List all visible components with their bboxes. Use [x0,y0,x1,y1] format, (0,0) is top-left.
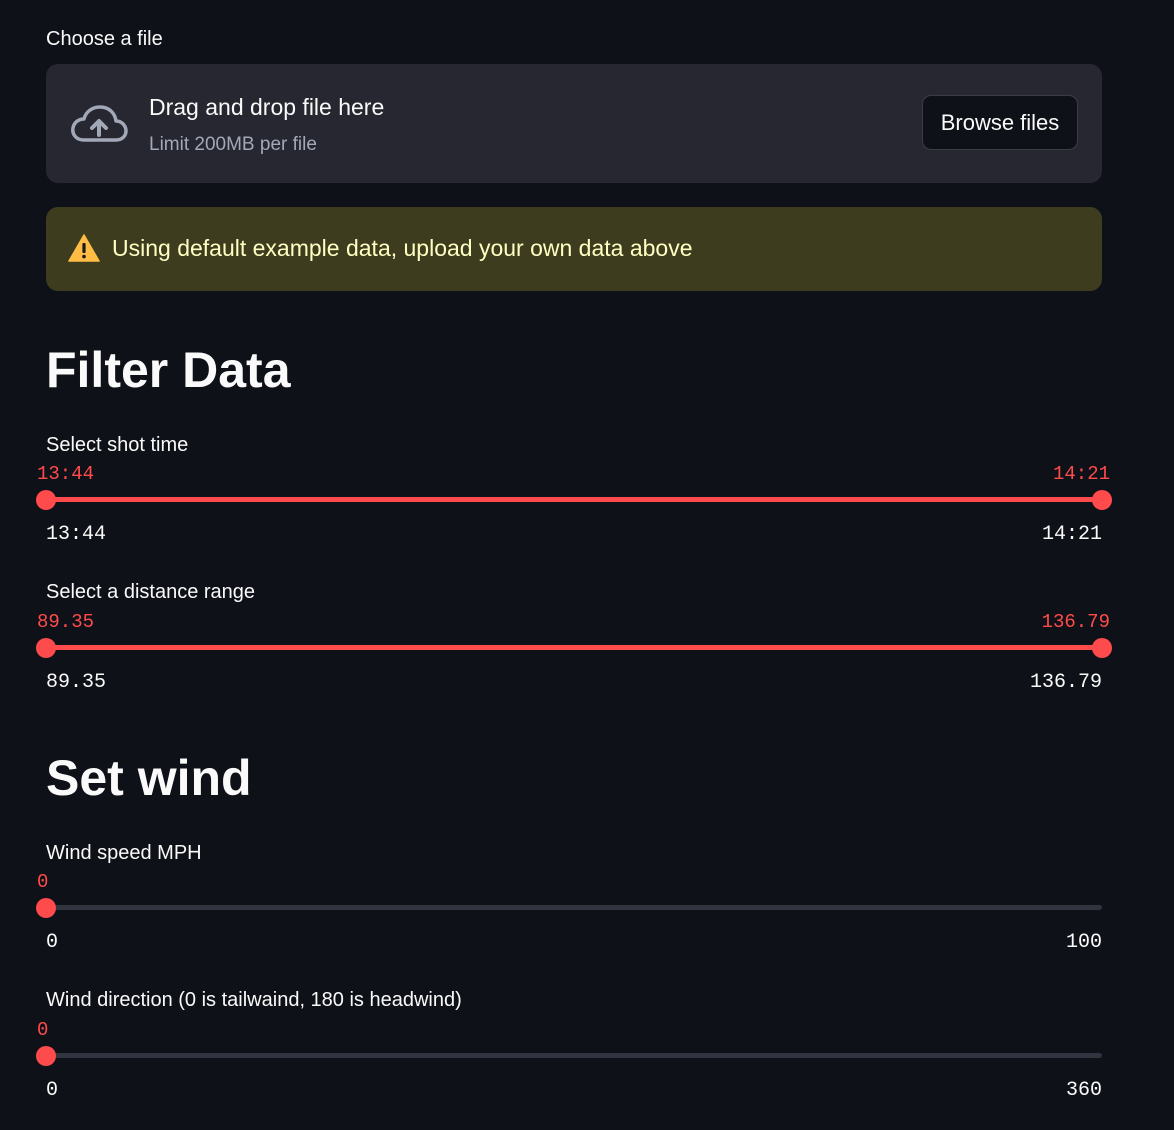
distance-high-thumb[interactable] [1092,638,1112,658]
cloud-upload-icon [71,105,128,142]
warning-icon [68,234,100,262]
wind-direction-max: 360 [1065,1079,1102,1102]
wind-speed-slider-track[interactable] [46,905,1102,910]
distance-high-value: 136.79 [1041,611,1110,633]
wind-direction-value: 0 [37,1019,49,1041]
distance-low-value: 89.35 [37,611,95,633]
distance-low-thumb[interactable] [36,638,56,658]
shot-time-high-thumb[interactable] [1092,490,1112,510]
shot-time-slider-track[interactable] [46,497,1102,502]
browse-files-button[interactable]: Browse files [922,95,1078,150]
shot-time-high-value: 14:21 [1052,463,1110,485]
shot-time-max: 14:21 [1041,523,1102,546]
dropzone-title: Drag and drop file here [149,94,385,120]
wind-direction-min: 0 [46,1079,59,1102]
uploader-label: Choose a file [46,28,163,50]
wind-speed-value: 0 [37,871,49,893]
distance-max: 136.79 [1029,671,1102,694]
filter-data-heading: Filter Data [46,342,291,398]
file-dropzone[interactable]: Drag and drop file here Limit 200MB per … [46,64,1102,183]
warning-banner: Using default example data, upload your … [46,207,1102,291]
wind-speed-min: 0 [46,931,59,954]
wind-speed-max: 100 [1065,931,1102,954]
shot-time-min: 13:44 [46,523,107,546]
wind-direction-label: Wind direction (0 is tailwaind, 180 is h… [46,989,462,1011]
shot-time-label: Select shot time [46,434,189,456]
shot-time-low-value: 13:44 [37,463,95,485]
dropzone-limit: Limit 200MB per file [149,134,317,155]
distance-range-label: Select a distance range [46,581,256,603]
distance-slider-track[interactable] [46,645,1102,650]
wind-direction-slider-track[interactable] [46,1053,1102,1058]
wind-speed-label: Wind speed MPH [46,842,202,864]
set-wind-heading: Set wind [46,750,252,806]
warning-text: Using default example data, upload your … [112,235,693,261]
wind-direction-thumb[interactable] [36,1046,56,1066]
wind-speed-thumb[interactable] [36,898,56,918]
distance-min: 89.35 [46,671,107,694]
shot-time-low-thumb[interactable] [36,490,56,510]
